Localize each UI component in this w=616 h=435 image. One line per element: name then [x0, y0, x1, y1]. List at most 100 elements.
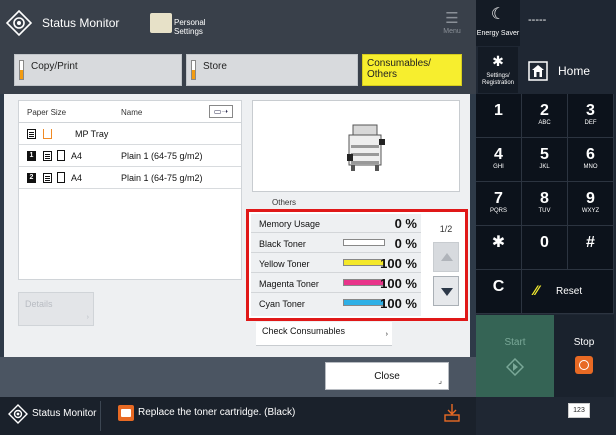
tab-store[interactable]: Store [186, 54, 358, 86]
mp-tray-label: MP Tray [75, 129, 109, 139]
paper-list-header: Paper Size Name ▭➝ [19, 101, 241, 123]
clear-key-label: C [492, 278, 505, 295]
tab-bar: Copy/Print Store Consumables/ Others [0, 46, 476, 94]
page-indicator: 1/2 [439, 224, 453, 234]
toner-level-bar [343, 239, 385, 246]
scroll-down-button[interactable] [433, 276, 459, 306]
status-monitor-label[interactable]: Status Monitor [32, 408, 96, 419]
key-3[interactable]: 3 DEF [568, 94, 614, 138]
chevron-right-icon: › [86, 314, 89, 321]
tab-consumables-others-label: Consumables/ Others [367, 58, 431, 80]
consumable-value: 100 % [380, 296, 417, 311]
details-label: Details [25, 299, 53, 309]
consumables-list: Memory Usage 0 % Black Toner 0 % Yellow … [251, 214, 421, 316]
status-bar: Status Monitor Replace the toner cartrid… [0, 397, 476, 435]
check-consumables-label: Check Consumables [262, 326, 346, 336]
status-monitor-icon[interactable] [6, 10, 32, 36]
list-toggle-button[interactable]: ▭➝ [209, 105, 233, 118]
key-2[interactable]: 2 ABC [522, 94, 568, 138]
consumable-value: 100 % [380, 276, 417, 291]
consumable-row-memory: Memory Usage 0 % [251, 214, 421, 233]
key-number: 1 [494, 102, 503, 119]
scroll-up-button[interactable] [433, 242, 459, 272]
table-row[interactable]: 2 A4 Plain 1 (64-75 g/m2) [19, 167, 241, 189]
key-7[interactable]: 7 PQRS [476, 182, 522, 226]
divider [100, 401, 101, 431]
printer-status-box [252, 100, 460, 192]
reset-button[interactable]: ⁄⁄ Reset [522, 270, 614, 314]
key-number: # [586, 234, 595, 251]
energy-saver-button[interactable]: ☾ Energy Saver [476, 0, 520, 46]
check-consumables-button[interactable]: Check Consumables › [256, 322, 392, 346]
paper-name: Plain 1 (64-75 g/m2) [121, 173, 203, 183]
personal-settings-icon [150, 13, 172, 33]
mp-tray-icon [43, 129, 52, 139]
personal-settings-label: Personal Settings [174, 18, 206, 36]
key-hash[interactable]: # [568, 226, 614, 270]
key-0[interactable]: 0 [522, 226, 568, 270]
settings-registration-button[interactable]: ✱ Settings/ Registration [478, 47, 518, 93]
consumables-pager: 1/2 [426, 214, 466, 316]
keyboard-button[interactable]: 123 [568, 403, 590, 418]
menu-icon: ☰ [445, 10, 459, 27]
status-monitor-icon[interactable] [8, 404, 28, 424]
tab-consumables-others[interactable]: Consumables/ Others [362, 54, 462, 86]
key-4[interactable]: 4 GHI [476, 138, 522, 182]
others-label: Others [272, 198, 297, 207]
paper-list: Paper Size Name ▭➝ MP Tray 1 A4 Plain 1 … [18, 100, 242, 280]
personal-settings-button[interactable]: Personal Settings [150, 10, 220, 38]
status-message[interactable]: Replace the toner cartridge. (Black) [138, 407, 295, 418]
drawer-number: 2 [27, 173, 36, 183]
toner-level-bar [343, 279, 385, 286]
start-button[interactable]: Start [476, 315, 554, 397]
toner-level-bar [343, 259, 385, 266]
page-title: Status Monitor [42, 16, 120, 30]
key-8[interactable]: 8 TUV [522, 182, 568, 226]
tab-store-label: Store [203, 61, 227, 72]
key-letters: GHI [493, 164, 504, 170]
paper-name: Plain 1 (64-75 g/m2) [121, 151, 203, 161]
key-6[interactable]: 6 MNO [568, 138, 614, 182]
key-number: ✱ [491, 234, 506, 251]
consumable-value: 0 % [394, 216, 417, 231]
key-number: 5 [540, 146, 549, 163]
top-bar: Status Monitor Personal Settings ☰ Menu [0, 0, 476, 46]
paper-stack-icon [27, 129, 36, 139]
key-number: 4 [494, 146, 503, 163]
paper-sheet-icon [57, 172, 65, 183]
key-star[interactable]: ✱ [476, 226, 522, 270]
key-letters: WXYZ [581, 208, 600, 214]
home-label: Home [558, 64, 591, 78]
consumable-label: Cyan Toner [259, 299, 305, 309]
close-button[interactable]: Close ⌟ [325, 362, 449, 390]
consumable-label: Black Toner [259, 239, 306, 249]
chevron-right-icon: › [385, 331, 388, 338]
start-label: Start [504, 337, 526, 348]
details-button[interactable]: Details › [18, 292, 94, 326]
key-5[interactable]: 5 JKL [522, 138, 568, 182]
key-number: 3 [586, 102, 595, 119]
reset-label: Reset [556, 286, 583, 297]
tab-copy-print[interactable]: Copy/Print [14, 54, 182, 86]
key-1[interactable]: 1 [476, 94, 522, 138]
main-panel: Paper Size Name ▭➝ MP Tray 1 A4 Plain 1 … [4, 94, 470, 357]
paper-stack-icon [43, 173, 52, 183]
consumable-value: 0 % [394, 236, 417, 251]
stop-label: Stop [573, 337, 595, 348]
key-number: 9 [586, 190, 595, 207]
moon-icon: ☾ [490, 6, 506, 23]
clear-key[interactable]: C [476, 270, 522, 314]
tab-store-indicator-icon [191, 60, 196, 80]
key-number: 7 [494, 190, 503, 207]
table-row[interactable]: MP Tray [19, 123, 241, 145]
table-row[interactable]: 1 A4 Plain 1 (64-75 g/m2) [19, 145, 241, 167]
consumables-status-box: Memory Usage 0 % Black Toner 0 % Yellow … [246, 209, 468, 321]
job-status-icon[interactable] [443, 403, 461, 423]
corner-arrow-icon: ⌟ [438, 376, 442, 385]
paper-stack-icon [43, 151, 52, 161]
stop-button[interactable]: Stop [554, 315, 614, 397]
key-9[interactable]: 9 WXYZ [568, 182, 614, 226]
menu-button[interactable]: ☰ Menu [437, 10, 467, 42]
consumable-value: 100 % [380, 256, 417, 271]
home-button[interactable]: Home [520, 47, 614, 93]
